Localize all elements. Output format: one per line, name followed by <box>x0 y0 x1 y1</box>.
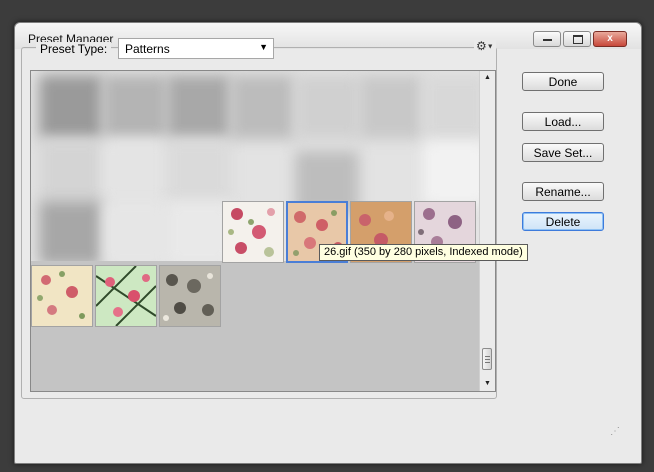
pattern-tooltip: 26.gif (350 by 280 pixels, Indexed mode) <box>319 244 528 261</box>
maximize-button[interactable] <box>563 31 591 47</box>
pattern-grid[interactable]: ▲ ▼ <box>30 70 496 392</box>
maximize-icon <box>573 35 583 44</box>
rename-button[interactable]: Rename... <box>522 182 604 201</box>
preset-type-label: Preset Type: <box>36 42 112 56</box>
floral-pattern-green <box>96 266 156 326</box>
close-button[interactable]: x <box>593 31 627 47</box>
resize-grip-icon[interactable]: ⋰ <box>610 426 622 438</box>
load-button[interactable]: Load... <box>522 112 604 131</box>
minimize-button[interactable] <box>533 31 561 47</box>
preset-type-value: Patterns <box>125 42 170 56</box>
scroll-thumb[interactable] <box>482 348 492 370</box>
scroll-down-icon[interactable]: ▼ <box>480 377 495 391</box>
floral-pattern-gray <box>160 266 220 326</box>
done-button[interactable]: Done <box>522 72 604 91</box>
gear-icon[interactable]: ⚙▼ <box>474 39 496 53</box>
scroll-up-icon[interactable]: ▲ <box>480 71 495 85</box>
minimize-icon <box>543 39 552 41</box>
pattern-tile[interactable] <box>222 201 284 263</box>
pattern-tile[interactable] <box>95 265 157 327</box>
delete-button[interactable]: Delete <box>522 212 604 231</box>
floral-pattern-white <box>223 202 283 262</box>
pattern-tile[interactable] <box>159 265 221 327</box>
floral-pattern-cream <box>32 266 92 326</box>
save-set-button[interactable]: Save Set... <box>522 143 604 162</box>
chevron-down-icon: ▼ <box>259 42 268 52</box>
preset-type-dropdown[interactable]: Patterns ▼ <box>118 38 274 59</box>
vertical-scrollbar[interactable]: ▲ ▼ <box>479 71 495 391</box>
pattern-tile[interactable] <box>31 265 93 327</box>
close-icon: x <box>607 33 613 44</box>
